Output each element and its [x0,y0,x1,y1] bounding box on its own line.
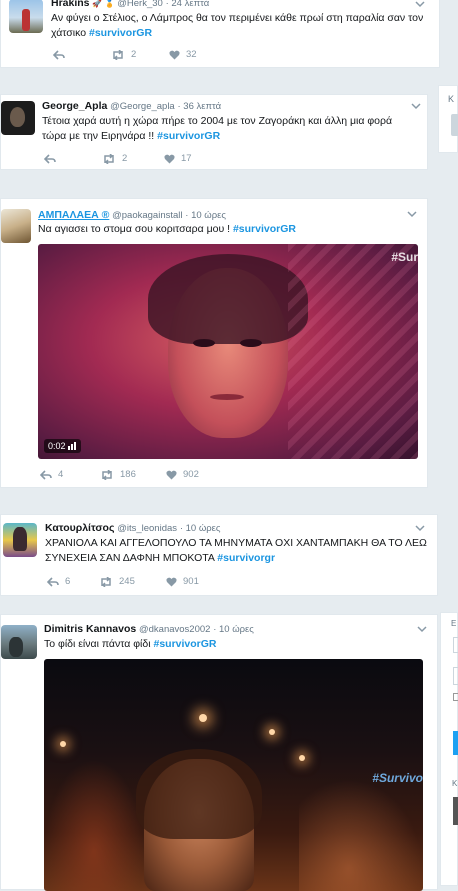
tweet-time[interactable]: · 10 ώρες [213,624,254,635]
tweet-image[interactable]: #Survivo [44,659,423,891]
image-watermark: #Survivo [372,771,423,785]
tweet-card[interactable]: Hrakins 🚀 🏅 @Herk_30 · 24 λεπτά Αν φύγει… [0,0,440,68]
tweet-text: Αν φύγει ο Στέλιος, ο Λάμπρος θα τον περ… [51,12,424,39]
author-name[interactable]: Κατουρλίτσος [45,522,114,534]
caret-down-icon[interactable] [411,103,421,110]
reply-icon [44,153,56,164]
retweet-button[interactable]: 245 [99,576,166,587]
like-count: 32 [186,49,197,60]
caret-down-icon[interactable] [415,525,425,532]
caret-down-icon[interactable] [407,211,417,218]
caret-down-icon[interactable] [415,1,425,8]
reply-button[interactable]: 4 [40,469,100,480]
author-badges: 🚀 🏅 [92,0,115,8]
tweet-card[interactable]: George_Apla @George_apla · 36 λεπτά Τέτο… [0,94,428,170]
tweet-time[interactable]: · 24 λεπτά [166,0,210,9]
hashtag-link[interactable]: #survivorGR [89,27,152,39]
hashtag-link[interactable]: #survivorgr [217,552,275,564]
avatar[interactable] [1,625,37,659]
tweet-text: Το φίδι είναι πάντα φίδι #survivorGR [44,638,217,650]
author-handle[interactable]: @paokagainstall [112,210,182,221]
tweet-time[interactable]: · 36 λεπτά [178,101,222,112]
reply-icon [40,469,52,480]
tweet-text: ΧΡΑΝΙΟΛΑ ΚΑΙ ΑΓΓΕΛΟΠΟΥΛΟ ΤΑ ΜΗΝΥΜΑΤΑ ΟΧΙ… [45,537,427,564]
retweet-button[interactable]: 2 [102,153,164,164]
avatar[interactable] [9,0,43,33]
author-name[interactable]: Dimitris Kannavos [44,623,136,635]
reply-button[interactable]: 6 [47,576,99,587]
tweet-time[interactable]: · 10 ώρες [185,210,226,221]
like-button[interactable]: 32 [169,49,227,60]
reply-button[interactable] [44,153,102,164]
sidebar-fragment-top: K [438,85,458,153]
author-handle[interactable]: @its_leonidas [117,523,177,534]
sidebar-fragment-bottom: E K [440,612,458,886]
caret-down-icon[interactable] [417,626,427,633]
reply-count: 6 [65,576,71,587]
tweet-text: Να αγιασει το στομα σου κοριτσαρα μου ! … [38,223,296,235]
volume-icon [67,442,76,450]
retweet-icon [113,49,123,60]
author-handle[interactable]: @Herk_30 [117,0,163,9]
retweet-count: 2 [122,153,128,164]
tweet-text: Τέτοια χαρά αυτή η χώρα πήρε το 2004 με … [42,115,393,142]
like-button[interactable]: 902 [166,469,226,480]
retweet-count: 186 [120,469,136,480]
retweet-icon [101,576,111,587]
like-count: 901 [183,576,199,587]
like-button[interactable]: 901 [166,576,226,587]
author-name[interactable]: Hrakins [51,0,90,9]
avatar[interactable] [1,101,35,135]
like-count: 902 [183,469,199,480]
sidebar-fragment-bar [451,114,458,136]
hashtag-link[interactable]: #survivorGR [157,130,220,142]
heart-icon [164,154,175,163]
tweet-card[interactable]: Κατουρλίτσος @its_leonidas · 10 ώρες ΧΡΑ… [0,514,438,596]
author-handle[interactable]: @George_apla [110,101,175,112]
avatar[interactable] [1,209,31,243]
hashtag-link[interactable]: #survivorGR [233,223,296,235]
tweet-time[interactable]: · 10 ώρες [180,523,221,534]
reply-count: 4 [58,469,64,480]
video-watermark: #Sur [391,250,418,264]
reply-button[interactable] [53,49,111,60]
reply-icon [47,576,59,587]
video-duration-badge: 0:02 [44,439,81,453]
retweet-count: 2 [131,49,137,60]
heart-icon [166,577,177,586]
tweet-card[interactable]: Dimitris Kannavos @dkanavos2002 · 10 ώρε… [0,614,438,891]
reply-icon [53,49,65,60]
retweet-icon [104,153,114,164]
heart-icon [169,50,180,59]
sidebar-fragment-letter: K [448,94,455,104]
avatar[interactable] [3,523,37,557]
retweet-icon [102,469,112,480]
heart-icon [166,470,177,479]
retweet-count: 245 [119,576,135,587]
like-button[interactable]: 17 [164,153,222,164]
video-player[interactable]: #Sur 0:02 [38,244,418,459]
retweet-button[interactable]: 186 [100,469,166,480]
author-handle[interactable]: @dkanavos2002 [139,624,210,635]
author-name[interactable]: ΑΜΠΑΛΑΕΑ ® [38,209,109,221]
hashtag-link[interactable]: #survivorGR [153,638,216,650]
tweet-card[interactable]: ΑΜΠΑΛΑΕΑ ® @paokagainstall · 10 ώρες Να … [0,198,428,488]
retweet-button[interactable]: 2 [111,49,169,60]
author-name[interactable]: George_Apla [42,100,107,112]
like-count: 17 [181,153,192,164]
